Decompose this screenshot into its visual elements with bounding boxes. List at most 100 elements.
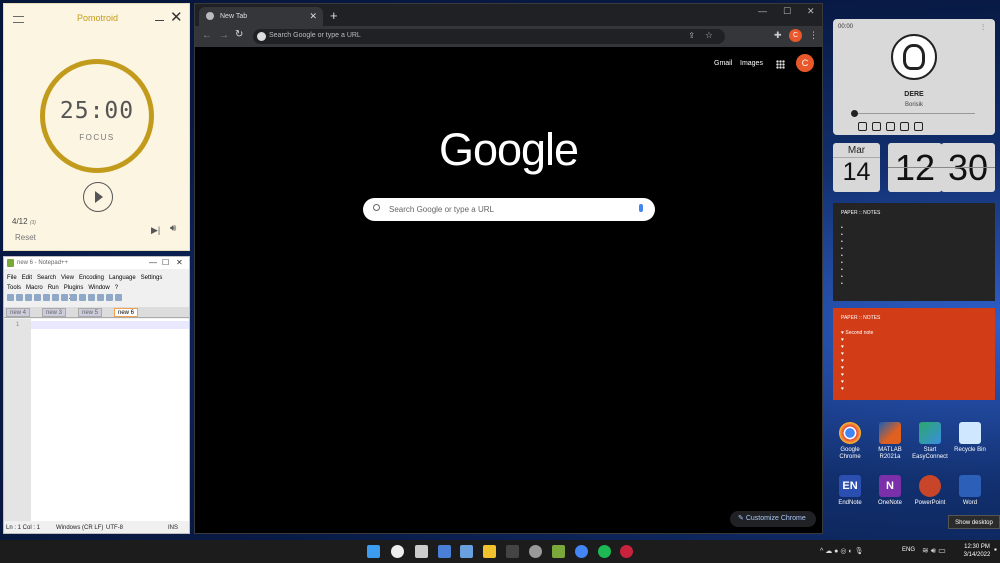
tab-new-4[interactable]: new 4: [6, 308, 31, 317]
input-language[interactable]: ENG: [902, 547, 915, 553]
tab-new-6[interactable]: new 6: [114, 308, 139, 317]
pause-icon[interactable]: [886, 122, 895, 131]
find-icon[interactable]: [115, 294, 122, 301]
progress-handle[interactable]: [851, 110, 858, 117]
settings-gear-icon[interactable]: [529, 545, 542, 558]
paper-note-red[interactable]: PAPER :: NOTES ♥ Second note ♥ ♥ ♥ ♥ ♥ ♥…: [833, 308, 995, 400]
save-all-icon[interactable]: [34, 294, 41, 301]
tab-new-tab[interactable]: New Tab ✕: [199, 7, 323, 26]
menu-window[interactable]: Window: [88, 285, 109, 291]
menu-plugins[interactable]: Plugins: [64, 285, 84, 291]
menu-file[interactable]: File: [7, 275, 17, 281]
close-button[interactable]: ✕: [176, 258, 183, 267]
account-avatar[interactable]: C: [796, 54, 814, 72]
close-tab-icon[interactable]: ✕: [309, 11, 317, 22]
notepad-plus-plus-icon[interactable]: [552, 545, 565, 558]
note-line: ♥: [841, 337, 844, 343]
apps-grid-icon[interactable]: [776, 60, 785, 69]
new-file-icon[interactable]: [7, 294, 14, 301]
paper-note-dark[interactable]: PAPER :: NOTES • • • • • • • • •: [833, 203, 995, 301]
menu-macro[interactable]: Macro: [26, 285, 43, 291]
profile-avatar[interactable]: C: [789, 29, 802, 42]
undo-icon[interactable]: [97, 294, 104, 301]
widgets-icon[interactable]: [438, 545, 451, 558]
chrome-menu-icon[interactable]: ⋮: [809, 30, 818, 41]
desktop-icon-onenote[interactable]: N OneNote: [869, 475, 911, 507]
wifi-volume-battery-icons[interactable]: ≋ 🔊︎ ▭: [922, 546, 946, 556]
customize-chrome-button[interactable]: ✎ Customize Chrome: [730, 511, 816, 527]
search-box[interactable]: Search Google or type a URL: [363, 198, 655, 221]
menu-search[interactable]: Search: [37, 275, 56, 281]
menu-view[interactable]: View: [61, 275, 74, 281]
close-button[interactable]: ✕: [807, 6, 815, 17]
system-tray[interactable]: ^ ☁ ● ◎ ◐ 🎙︎: [820, 547, 863, 555]
task-view-icon[interactable]: [415, 545, 428, 558]
artist-name: Borisik: [904, 102, 923, 108]
open-file-icon[interactable]: [16, 294, 23, 301]
repeat-icon[interactable]: [858, 122, 867, 131]
start-icon[interactable]: [367, 545, 380, 558]
tab-new-5[interactable]: new 5: [78, 308, 103, 317]
copy-icon[interactable]: [79, 294, 86, 301]
desktop-icon-powerpoint[interactable]: PowerPoint: [909, 475, 951, 507]
reload-icon[interactable]: ↻: [235, 29, 243, 40]
desktop-icon-easyconnect[interactable]: Start EasyConnect: [909, 422, 951, 461]
new-tab-button[interactable]: +: [330, 8, 338, 23]
menu-encoding[interactable]: Encoding: [79, 275, 104, 281]
next-icon[interactable]: [900, 122, 909, 131]
desktop-icon-matlab[interactable]: MATLAB R2021a: [869, 422, 911, 461]
tab-new-3[interactable]: new 3: [42, 308, 67, 317]
extensions-icon[interactable]: ✚: [774, 30, 782, 41]
notification-icon[interactable]: ▪: [994, 545, 997, 554]
print-icon[interactable]: [61, 294, 68, 301]
close-icon[interactable]: [43, 294, 50, 301]
close-button[interactable]: ✕: [170, 10, 183, 25]
forward-icon[interactable]: →: [219, 30, 229, 41]
bookmark-star-icon[interactable]: ☆: [705, 30, 713, 41]
maximize-button[interactable]: ☐: [783, 6, 791, 17]
volume-icon[interactable]: 🔊︎: [170, 223, 176, 234]
search-icon[interactable]: [391, 545, 404, 558]
pomotroid-taskbar-icon[interactable]: [620, 545, 633, 558]
save-icon[interactable]: [25, 294, 32, 301]
omnibox[interactable]: Search Google or type a URL ⇪ ☆: [253, 29, 725, 44]
microphone-icon[interactable]: [639, 204, 643, 212]
menu-language[interactable]: Language: [109, 275, 136, 281]
menu-settings[interactable]: Settings: [141, 275, 163, 281]
minimize-button[interactable]: [155, 20, 164, 21]
cut-icon[interactable]: [70, 294, 77, 301]
desktop-icon-chrome[interactable]: Google Chrome: [829, 422, 871, 461]
share-icon[interactable]: ⇪: [688, 31, 695, 40]
gmail-link[interactable]: Gmail: [714, 60, 732, 67]
menu-tools[interactable]: Tools: [7, 285, 21, 291]
back-icon[interactable]: ←: [202, 30, 212, 41]
close-all-icon[interactable]: [52, 294, 59, 301]
desktop-icon-word[interactable]: Word: [949, 475, 991, 507]
menu-edit[interactable]: Edit: [22, 275, 32, 281]
note-line: •: [841, 225, 843, 231]
menu-run[interactable]: Run: [48, 285, 59, 291]
minimize-button[interactable]: —: [758, 6, 767, 16]
images-link[interactable]: Images: [740, 60, 763, 67]
shuffle-icon[interactable]: [914, 122, 923, 131]
redo-icon[interactable]: [106, 294, 113, 301]
skip-icon[interactable]: ▶|: [151, 225, 160, 236]
minimize-button[interactable]: —: [149, 258, 157, 267]
maximize-button[interactable]: ☐: [162, 258, 169, 267]
desktop-icon-endnote[interactable]: EN EndNote: [829, 475, 871, 507]
paste-icon[interactable]: [88, 294, 95, 301]
spotify-icon[interactable]: [598, 545, 611, 558]
file-explorer-icon[interactable]: [483, 545, 496, 558]
previous-icon[interactable]: [872, 122, 881, 131]
menu-help[interactable]: ?: [115, 285, 118, 291]
progress-bar[interactable]: [853, 113, 975, 114]
desktop-icon-recycle-bin[interactable]: Recycle Bin: [949, 422, 991, 454]
snipping-tool-icon[interactable]: [506, 545, 519, 558]
text-editor[interactable]: [31, 319, 189, 521]
equalizer-icon[interactable]: ⫶: [982, 23, 984, 33]
photos-icon[interactable]: [460, 545, 473, 558]
play-button[interactable]: [83, 182, 113, 212]
taskbar-clock[interactable]: 12:30 PM 3/14/2022: [958, 543, 996, 559]
reset-button[interactable]: Reset: [15, 233, 36, 242]
chrome-taskbar-icon[interactable]: [575, 545, 588, 558]
